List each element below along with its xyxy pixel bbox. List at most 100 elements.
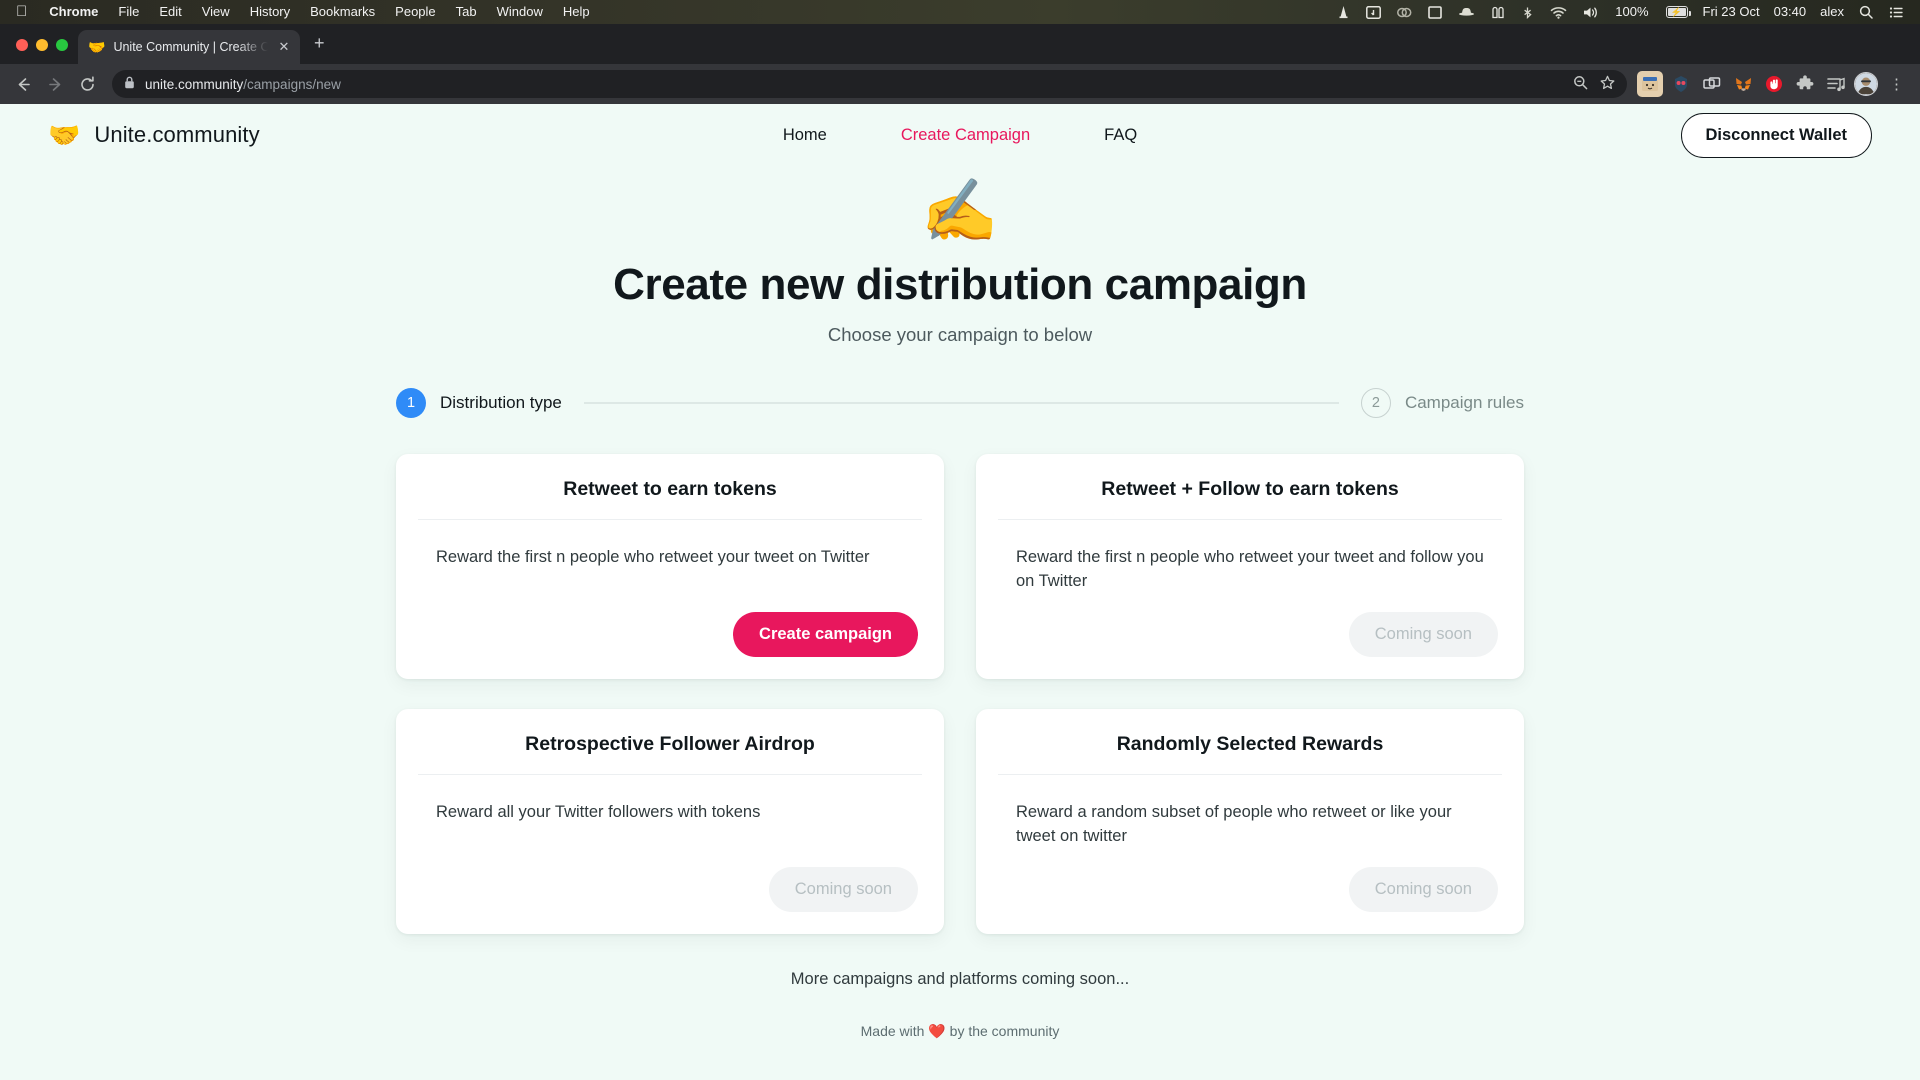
step-1-number: 1	[396, 388, 426, 419]
browser-tab-strip: 🤝 Unite Community | Create Cam ✕ +	[0, 24, 1920, 64]
browser-window: 🤝 Unite Community | Create Cam ✕ + unite…	[0, 24, 1920, 104]
close-icon[interactable]: ✕	[276, 39, 292, 55]
address-bar[interactable]: unite.community/campaigns/new	[112, 70, 1627, 98]
maximize-window-button[interactable]	[56, 39, 68, 51]
extension-bitski-icon[interactable]	[1637, 71, 1663, 97]
browser-tab[interactable]: 🤝 Unite Community | Create Cam ✕	[78, 30, 300, 64]
handshake-icon: 🤝	[48, 120, 81, 150]
site-footer-tagline: Made with ❤️ by the community	[0, 1023, 1920, 1040]
step-campaign-rules[interactable]: 2 Campaign rules	[1360, 388, 1524, 419]
window-traffic-lights	[10, 39, 78, 64]
extensions-puzzle-icon[interactable]	[1792, 71, 1818, 97]
menu-item-window[interactable]: Window	[487, 0, 553, 24]
menu-bar-date: Fri 23 Oct	[1702, 4, 1760, 19]
hero-section: ✍️ Create new distribution campaign Choo…	[0, 166, 1920, 346]
bluetooth-icon[interactable]	[1513, 6, 1542, 19]
create-campaign-button[interactable]: Create campaign	[733, 612, 918, 658]
url-path: /campaigns/new	[243, 76, 341, 92]
browser-extensions: ⋮	[1637, 71, 1910, 97]
zoom-search-icon[interactable]	[1573, 75, 1588, 93]
menu-bar-items:  Chrome File Edit View History Bookmark…	[10, 0, 600, 24]
nav-link-home[interactable]: Home	[783, 126, 827, 145]
extension-wallet-guard-icon[interactable]	[1668, 71, 1694, 97]
main-nav: Home Create Campaign FAQ	[783, 126, 1137, 145]
campaign-card-retweet[interactable]: Retweet to earn tokens Reward the first …	[396, 454, 944, 680]
campaign-stepper: 1 Distribution type 2 Campaign rules	[396, 388, 1524, 419]
step-distribution-type[interactable]: 1 Distribution type	[396, 388, 562, 419]
menu-item-history[interactable]: History	[240, 0, 300, 24]
menu-item-help[interactable]: Help	[553, 0, 600, 24]
screen-mirroring-icon[interactable]	[1358, 5, 1389, 19]
new-tab-button[interactable]: +	[300, 33, 337, 64]
card-description: Reward all your Twitter followers with t…	[436, 803, 761, 822]
address-bar-url: unite.community/campaigns/new	[145, 77, 341, 92]
kebab-menu-icon[interactable]: ⋮	[1883, 75, 1910, 93]
card-title: Retweet to earn tokens	[563, 478, 777, 501]
coming-soon-button: Coming soon	[768, 866, 918, 912]
volume-icon[interactable]	[1575, 6, 1608, 19]
vlc-cone-icon[interactable]	[1329, 5, 1358, 19]
extension-blocker-icon[interactable]	[1761, 71, 1787, 97]
extension-metamask-icon[interactable]	[1730, 71, 1756, 97]
display-icon[interactable]	[1420, 5, 1450, 19]
card-description: Reward the first n people who retweet yo…	[1016, 548, 1484, 591]
url-domain: unite.community	[145, 76, 244, 92]
wifi-icon[interactable]	[1542, 6, 1575, 19]
macos-menu-bar:  Chrome File Edit View History Bookmark…	[0, 0, 1920, 24]
page-title: Create new distribution campaign	[613, 260, 1307, 310]
menu-item-tab[interactable]: Tab	[446, 0, 487, 24]
back-arrow-icon[interactable]	[8, 69, 38, 99]
battery-stack-icon[interactable]	[1483, 6, 1513, 19]
coming-soon-button: Coming soon	[1348, 612, 1498, 658]
close-window-button[interactable]	[16, 39, 28, 51]
coming-soon-button: Coming soon	[1348, 866, 1498, 912]
site-header: 🤝 Unite.community Home Create Campaign F…	[0, 104, 1920, 166]
card-title: Retrospective Follower Airdrop	[525, 733, 815, 756]
adobe-cc-icon[interactable]	[1389, 6, 1420, 19]
forward-arrow-icon[interactable]	[40, 69, 70, 99]
card-description: Reward the first n people who retweet yo…	[436, 548, 870, 567]
menu-item-bookmarks[interactable]: Bookmarks	[300, 0, 385, 24]
reload-icon[interactable]	[72, 69, 102, 99]
page-subtitle: Choose your campaign to below	[827, 324, 1093, 346]
nav-link-faq[interactable]: FAQ	[1104, 126, 1137, 145]
web-page-content: 🤝 Unite.community Home Create Campaign F…	[0, 104, 1920, 1080]
writing-hand-icon: ✍️	[921, 177, 999, 246]
minimize-window-button[interactable]	[36, 39, 48, 51]
footer-tagline-suffix: by the community	[949, 1022, 1060, 1039]
menu-item-file[interactable]: File	[108, 0, 149, 24]
reading-list-icon[interactable]	[1823, 71, 1849, 97]
site-logo[interactable]: 🤝 Unite.community	[48, 122, 260, 148]
battery-charging-icon[interactable]: ⚡	[1656, 6, 1696, 18]
card-actions: Coming soon	[422, 849, 918, 912]
tab-title: Unite Community | Create Cam	[113, 40, 268, 54]
menu-item-chrome[interactable]: Chrome	[39, 0, 108, 24]
footer-tagline-prefix: Made with	[860, 1022, 925, 1039]
step-2-number: 2	[1360, 388, 1391, 419]
step-2-label: Campaign rules	[1404, 393, 1524, 413]
menu-bar-status-area: 100% ⚡ Fri 23 Oct 03:40 alex	[1329, 0, 1912, 24]
browser-toolbar: unite.community/campaigns/new ⋮	[0, 64, 1920, 104]
star-icon[interactable]	[1600, 75, 1615, 93]
apple-logo-icon[interactable]: 	[10, 0, 39, 24]
disconnect-wallet-button[interactable]: Disconnect Wallet	[1680, 112, 1872, 158]
extension-tab-manager-icon[interactable]	[1699, 71, 1725, 97]
menu-item-view[interactable]: View	[192, 0, 240, 24]
card-actions: Create campaign	[422, 594, 918, 658]
menu-item-people[interactable]: People	[385, 0, 445, 24]
battery-percent-label: 100%	[1615, 4, 1649, 19]
card-actions: Coming soon	[1002, 849, 1498, 912]
incognito-hat-icon[interactable]	[1450, 6, 1483, 18]
menu-bar-username[interactable]: alex	[1813, 0, 1851, 24]
nav-link-create-campaign[interactable]: Create Campaign	[901, 126, 1030, 145]
search-icon[interactable]	[1851, 5, 1881, 19]
card-title: Retweet + Follow to earn tokens	[1101, 478, 1399, 501]
campaign-card-retrospective-airdrop[interactable]: Retrospective Follower Airdrop Reward al…	[396, 709, 944, 934]
lock-icon	[124, 76, 135, 92]
control-center-icon[interactable]	[1881, 6, 1912, 19]
tab-favicon-icon: 🤝	[88, 39, 106, 55]
campaign-card-random-rewards[interactable]: Randomly Selected Rewards Reward a rando…	[976, 709, 1524, 934]
campaign-card-retweet-follow[interactable]: Retweet + Follow to earn tokens Reward t…	[976, 454, 1524, 680]
menu-item-edit[interactable]: Edit	[149, 0, 191, 24]
profile-avatar[interactable]	[1854, 72, 1878, 96]
